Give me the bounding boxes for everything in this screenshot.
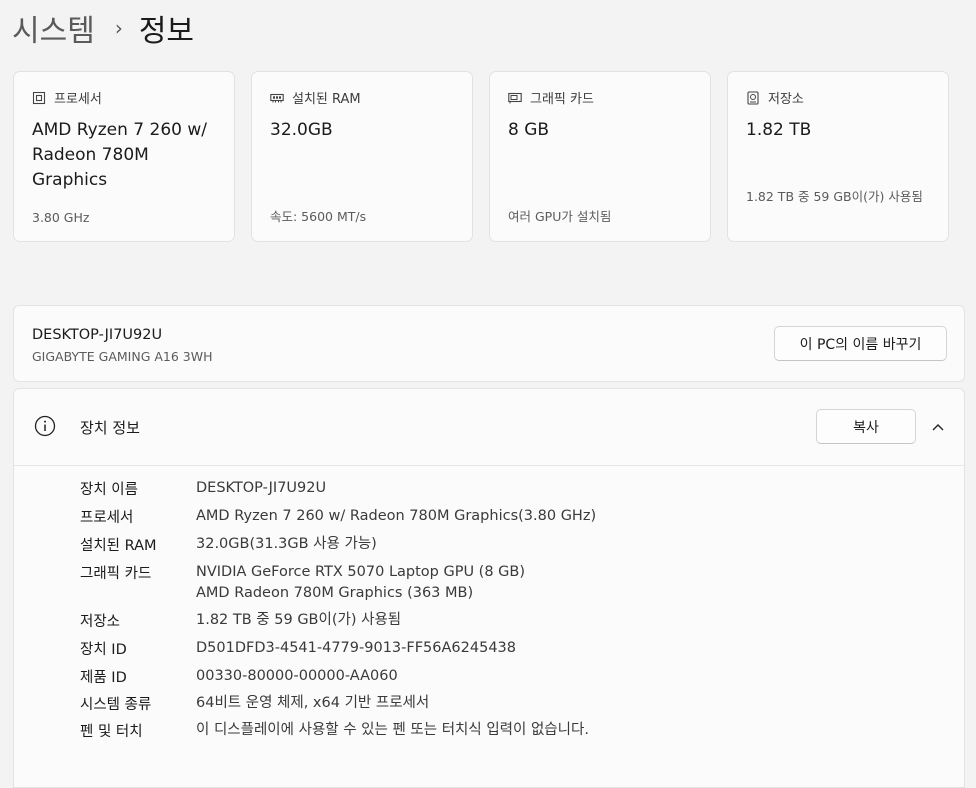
- card-ram-value: 32.0GB: [270, 120, 333, 140]
- spec-value-device-id: D501DFD3-4541-4779-9013-FF56A6245438: [196, 640, 516, 656]
- card-processor: 프로세서 AMD Ryzen 7 260 w/ Radeon 780M Grap…: [13, 71, 235, 242]
- card-storage: 저장소 1.82 TB 1.82 TB 중 59 GB이(가) 사용됨: [727, 71, 949, 242]
- card-graphics-sub: 여러 GPU가 설치됨: [508, 209, 612, 224]
- ram-icon: [270, 91, 284, 105]
- spec-label-product-id: 제품 ID: [80, 670, 127, 686]
- card-processor-value: AMD Ryzen 7 260 w/ Radeon 780M Graphics: [32, 120, 207, 190]
- card-ram-sub: 속도: 5600 MT/s: [270, 209, 367, 224]
- card-storage-value: 1.82 TB: [746, 120, 812, 140]
- info-icon: [34, 415, 56, 437]
- spec-label-graphics: 그래픽 카드: [80, 566, 152, 582]
- spec-value-storage: 1.82 TB 중 59 GB이(가) 사용됨: [196, 612, 402, 628]
- device-info-header[interactable]: 장치 정보 복사: [14, 389, 964, 466]
- card-graphics: 그래픽 카드 8 GB 여러 GPU가 설치됨: [489, 71, 711, 242]
- device-name: DESKTOP-JI7U92U: [32, 327, 163, 343]
- breadcrumb-separator-icon: ›: [114, 16, 123, 40]
- spec-summary-cards: 프로세서 AMD Ryzen 7 260 w/ Radeon 780M Grap…: [13, 71, 951, 244]
- device-info-title: 장치 정보: [80, 419, 140, 437]
- chevron-up-icon[interactable]: [930, 419, 946, 435]
- card-ram: 설치된 RAM 32.0GB 속도: 5600 MT/s: [251, 71, 473, 242]
- device-name-bar: DESKTOP-JI7U92U GIGABYTE GAMING A16 3WH …: [13, 305, 965, 382]
- storage-icon: [746, 90, 760, 105]
- device-model: GIGABYTE GAMING A16 3WH: [32, 349, 213, 364]
- spec-value-graphics-2: AMD Radeon 780M Graphics (363 MB): [196, 585, 474, 601]
- spec-label-system-type: 시스템 종류: [80, 697, 152, 713]
- rename-pc-button[interactable]: 이 PC의 이름 바꾸기: [774, 326, 947, 361]
- card-graphics-header: 그래픽 카드: [530, 92, 594, 107]
- cpu-icon: [32, 91, 46, 105]
- breadcrumb: 시스템 › 정보: [12, 6, 194, 50]
- spec-label-storage: 저장소: [80, 614, 121, 630]
- spec-value-pen-touch: 이 디스플레이에 사용할 수 있는 펜 또는 터치식 입력이 없습니다.: [196, 722, 589, 738]
- spec-value-graphics-1: NVIDIA GeForce RTX 5070 Laptop GPU (8 GB…: [196, 564, 526, 580]
- spec-label-ram: 설치된 RAM: [80, 538, 157, 554]
- gpu-icon: [508, 91, 522, 105]
- spec-value-system-type: 64비트 운영 체제, x64 기반 프로세서: [196, 695, 430, 711]
- card-processor-sub: 3.80 GHz: [32, 210, 90, 225]
- spec-label-pen-touch: 펜 및 터치: [80, 724, 143, 740]
- card-graphics-value: 8 GB: [508, 120, 550, 140]
- copy-button[interactable]: 복사: [816, 409, 916, 444]
- breadcrumb-parent-system[interactable]: 시스템: [12, 6, 95, 50]
- spec-label-device-name: 장치 이름: [80, 482, 138, 498]
- card-storage-sub: 1.82 TB 중 59 GB이(가) 사용됨: [746, 189, 923, 204]
- card-ram-header: 설치된 RAM: [292, 92, 361, 107]
- spec-value-ram: 32.0GB(31.3GB 사용 가능): [196, 536, 377, 552]
- spec-label-device-id: 장치 ID: [80, 642, 127, 658]
- device-info-panel: 장치 정보 복사 장치 이름 DESKTOP-JI7U92U 프로세서 AMD …: [13, 388, 965, 788]
- spec-value-device-name: DESKTOP-JI7U92U: [196, 480, 327, 496]
- page-title: 정보: [138, 14, 195, 49]
- spec-value-product-id: 00330-80000-00000-AA060: [196, 668, 398, 684]
- spec-value-processor: AMD Ryzen 7 260 w/ Radeon 780M Graphics(…: [196, 508, 597, 524]
- card-storage-header: 저장소: [768, 92, 804, 107]
- spec-label-processor: 프로세서: [80, 510, 134, 526]
- card-processor-header: 프로세서: [54, 92, 102, 107]
